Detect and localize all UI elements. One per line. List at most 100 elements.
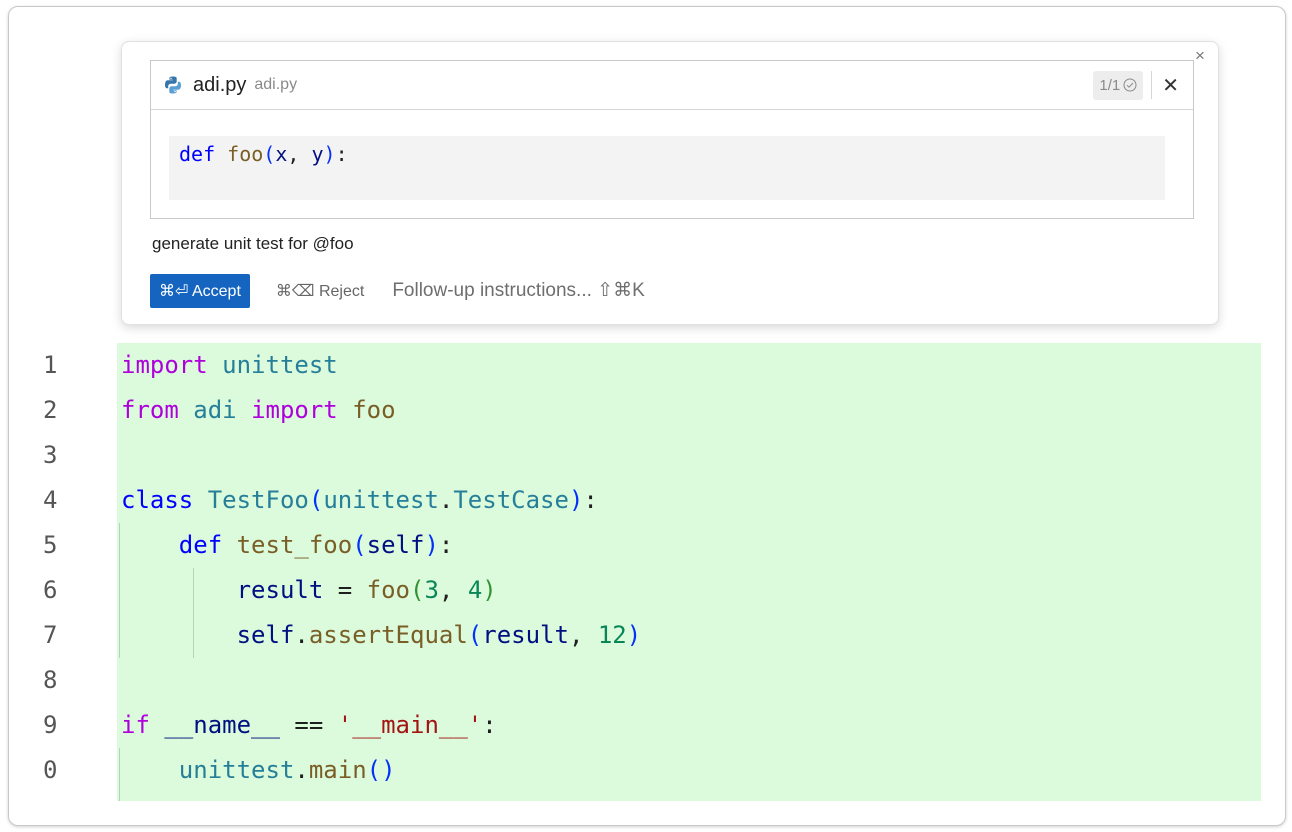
code-token: = — [323, 576, 367, 604]
code-token: : — [482, 711, 497, 739]
code-token: . — [294, 756, 309, 784]
peek-preview: adi.py adi.py 1/1 ✕ def foo(x, y): — [150, 60, 1194, 219]
code-line[interactable]: 1 import unittest — [9, 343, 1285, 388]
code-token: result — [482, 621, 569, 649]
line-number: 5 — [43, 531, 58, 559]
inline-edit-popup: × adi.py adi.py 1/1 ✕ def foo(x, y): gen… — [121, 41, 1219, 325]
line-code: def test_foo(self): — [121, 523, 454, 568]
code-token: __name__ — [164, 711, 280, 739]
match-count-text: 1/1 — [1099, 76, 1121, 94]
code-token: assertEqual — [308, 621, 468, 649]
code-token: unittest — [222, 351, 338, 379]
code-token: : — [438, 531, 454, 559]
code-line[interactable]: 4 class TestFoo(unittest.TestCase): — [9, 478, 1285, 523]
code-token: , — [568, 621, 598, 649]
code-line[interactable]: 2 from adi import foo — [9, 388, 1285, 433]
python-file-icon — [163, 75, 183, 95]
code-token: TestCase — [453, 486, 569, 514]
match-counter: 1/1 — [1093, 70, 1144, 100]
code-editor[interactable]: 1 import unittest 2 from adi import foo 3 4 cl… — [9, 343, 1285, 803]
code-token: def — [179, 142, 216, 166]
line-number: 6 — [43, 576, 58, 604]
code-token: , — [287, 142, 312, 166]
code-line[interactable]: 8 — [9, 658, 1285, 703]
code-token: ) — [381, 756, 396, 784]
code-token: self — [236, 621, 295, 649]
peek-file-path: adi.py — [254, 76, 298, 93]
line-number: 4 — [43, 486, 58, 514]
line-number: 3 — [43, 441, 58, 469]
code-token: import — [121, 351, 208, 379]
code-token: , — [438, 576, 468, 604]
code-line[interactable]: 0 unittest.main() — [9, 748, 1285, 793]
line-code: import unittest — [121, 343, 338, 388]
peek-header: adi.py adi.py 1/1 ✕ — [151, 61, 1193, 110]
line-number: 0 — [43, 756, 58, 784]
code-token: ( — [263, 142, 276, 166]
code-token: main — [308, 756, 367, 784]
code-token: == — [279, 711, 338, 739]
reject-button[interactable]: ⌘⌫ Reject — [276, 281, 364, 301]
code-token: ) — [626, 621, 642, 649]
code-token: foo — [366, 576, 411, 604]
peek-code: def foo(x, y): — [179, 142, 348, 166]
code-token: : — [583, 486, 598, 514]
line-number: 8 — [43, 666, 58, 694]
code-token: '__main__' — [337, 711, 483, 739]
code-token: y — [311, 142, 324, 166]
editor-window: × adi.py adi.py 1/1 ✕ def foo(x, y): gen… — [8, 6, 1286, 826]
code-token: ) — [424, 531, 439, 559]
peek-body: def foo(x, y): — [151, 110, 1193, 218]
code-token: foo — [227, 142, 264, 166]
code-line[interactable]: 7 self.assertEqual(result, 12) — [9, 613, 1285, 658]
line-number: 7 — [43, 621, 58, 649]
followup-input[interactable] — [392, 280, 813, 302]
divider — [1151, 71, 1153, 99]
code-line[interactable]: 3 — [9, 433, 1285, 478]
code-token: if — [121, 711, 150, 739]
line-number: 1 — [43, 351, 58, 379]
line-code: result = foo(3, 4) — [121, 568, 497, 613]
popup-close-icon[interactable]: × — [1192, 47, 1208, 64]
check-circle-icon — [1123, 78, 1137, 92]
code-token: ( — [366, 756, 382, 784]
line-code: unittest.main() — [121, 748, 396, 793]
code-token: TestFoo — [207, 486, 309, 514]
code-token: 12 — [597, 621, 627, 649]
code-line[interactable]: 6 result = foo(3, 4) — [9, 568, 1285, 613]
code-token: ) — [482, 576, 497, 604]
line-code: if __name__ == '__main__': — [121, 703, 497, 748]
line-code: from adi import foo — [121, 388, 396, 433]
code-token: ( — [410, 576, 425, 604]
code-token: ) — [568, 486, 584, 514]
peek-close-icon[interactable]: ✕ — [1162, 73, 1179, 98]
code-token: 4 — [467, 576, 483, 604]
code-token: result — [236, 576, 324, 604]
code-line[interactable]: 5 def test_foo(self): — [9, 523, 1285, 568]
accept-button[interactable]: ⌘⏎ Accept — [150, 274, 250, 308]
code-token: from — [121, 396, 179, 424]
code-token: unittest — [323, 486, 439, 514]
code-token: test_foo — [236, 531, 353, 559]
prompt-text: generate unit test for @foo — [152, 234, 354, 253]
code-line[interactable]: 9 if __name__ == '__main__': — [9, 703, 1285, 748]
line-number: 2 — [43, 396, 58, 424]
code-token: ( — [467, 621, 483, 649]
code-token: unittest — [178, 756, 295, 784]
code-token: ) — [323, 142, 336, 166]
code-token: ( — [352, 531, 367, 559]
peek-file-name[interactable]: adi.py — [193, 74, 246, 97]
line-code: self.assertEqual(result, 12) — [121, 613, 642, 658]
code-token: foo — [352, 396, 396, 424]
action-bar: ⌘⏎ Accept ⌘⌫ Reject — [150, 274, 813, 308]
